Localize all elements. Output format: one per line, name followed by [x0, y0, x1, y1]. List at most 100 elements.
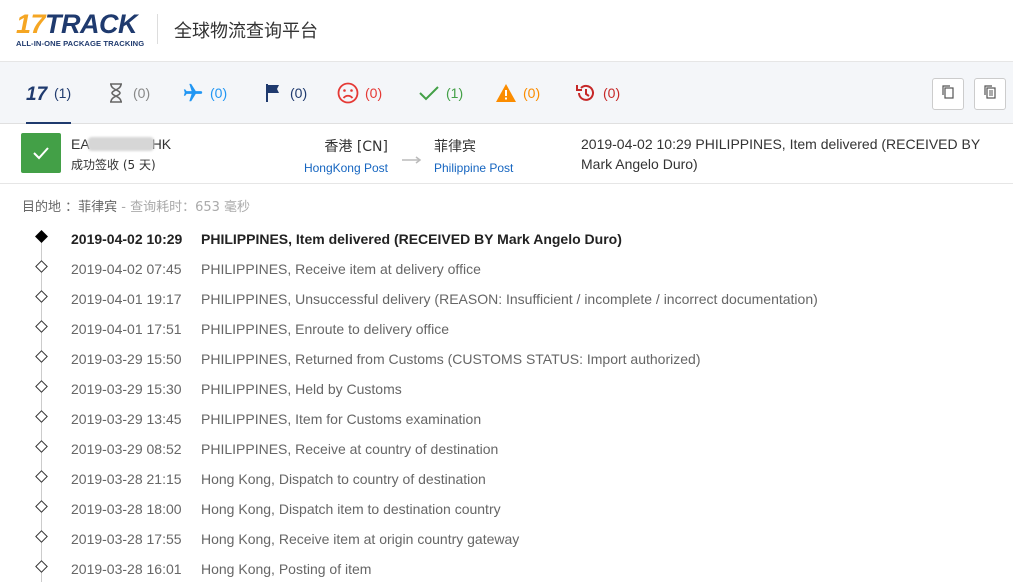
tab-pickup[interactable]: (0)	[262, 62, 307, 124]
package-summary[interactable]: EA HK 成功签收 (5 天) 香港 [CN] HongKong Post 菲律…	[0, 124, 1013, 184]
origin-carrier-link[interactable]: HongKong Post	[290, 161, 388, 175]
tab-alert-count: (0)	[523, 85, 541, 101]
redacted-tracking-digits	[87, 137, 154, 151]
event-description: Hong Kong, Dispatch to country of destin…	[201, 471, 486, 487]
timeline-event: 2019-04-02 07:45 PHILIPPINES, Receive it…	[0, 253, 1013, 283]
timeline-dot-icon	[35, 440, 48, 453]
tab-undelivered-count: (0)	[365, 85, 383, 101]
tab-alert[interactable]: (0)	[495, 62, 540, 124]
tracking-prefix: EA	[71, 136, 90, 152]
tracking-suffix: HK	[151, 136, 172, 152]
event-description: PHILIPPINES, Returned from Customs (CUST…	[201, 351, 701, 367]
17track-logo[interactable]: 17TRACK ALL-IN-ONE PACKAGE TRACKING	[16, 10, 146, 50]
event-description: PHILIPPINES, Enroute to delivery office	[201, 321, 449, 337]
tab-delivered-count: (1)	[446, 85, 464, 101]
timeline-event: 2019-04-01 17:51 PHILIPPINES, Enroute to…	[0, 313, 1013, 343]
logo-tagline: ALL-IN-ONE PACKAGE TRACKING	[16, 39, 145, 48]
destination-label: 目的地 ：菲律宾	[22, 200, 118, 215]
timeline-dot-icon	[35, 320, 48, 333]
timeline-dot-icon	[35, 350, 48, 363]
timeline-dot-icon	[35, 230, 48, 243]
event-description: Hong Kong, Posting of item	[201, 561, 372, 577]
timeline-event: 2019-03-29 15:30 PHILIPPINES, Held by Cu…	[0, 373, 1013, 403]
destination-info: 菲律宾 Philippine Post	[434, 136, 513, 175]
event-description: PHILIPPINES, Held by Customs	[201, 381, 402, 397]
event-time: 2019-03-28 21:15	[71, 471, 182, 487]
event-description: Hong Kong, Receive item at origin countr…	[201, 531, 520, 547]
tab-all[interactable]: 17 (1)	[26, 62, 72, 125]
logo-wordmark: 17TRACK	[16, 10, 146, 38]
copy-all-button[interactable]	[974, 78, 1006, 110]
timeline-dot-icon	[35, 260, 48, 273]
tracking-number[interactable]: EA HK	[71, 136, 171, 152]
timeline-dot-icon	[35, 500, 48, 513]
timeline-event: 2019-04-01 19:17 PHILIPPINES, Unsuccessf…	[0, 283, 1013, 313]
17track-icon: 17	[26, 82, 48, 104]
tab-undelivered[interactable]: (0)	[337, 62, 382, 124]
checkmark-icon	[418, 82, 440, 104]
timeline-event: 2019-03-28 21:15 Hong Kong, Dispatch to …	[0, 463, 1013, 493]
timeline-event: 2019-03-28 16:01 Hong Kong, Posting of i…	[0, 553, 1013, 582]
tab-pending-count: (0)	[133, 85, 151, 101]
svg-text:17: 17	[26, 84, 48, 102]
event-time: 2019-04-02 10:29	[71, 231, 183, 247]
delivery-status-text: 成功签收 (5 天)	[71, 158, 156, 172]
flag-icon	[262, 82, 284, 104]
timeline-event: 2019-03-29 15:50 PHILIPPINES, Returned f…	[0, 343, 1013, 373]
tab-in-transit[interactable]: (0)	[182, 62, 227, 124]
status-filter-tabs: 17 (1) (0) (0) (0) (0) (1) (0) (0)	[0, 62, 1013, 125]
route-arrow-icon	[401, 152, 423, 170]
timeline-dot-icon	[35, 380, 48, 393]
timeline-dot-icon	[35, 290, 48, 303]
latest-event: 2019-04-02 10:29 PHILIPPINES, Item deliv…	[581, 136, 980, 172]
event-time: 2019-03-29 15:30	[71, 381, 182, 397]
event-time: 2019-03-28 18:00	[71, 501, 182, 517]
tab-expired-count: (0)	[603, 85, 621, 101]
event-time: 2019-04-01 17:51	[71, 321, 182, 337]
page-title: 全球物流查询平台	[174, 21, 318, 42]
logo-number: 17	[16, 9, 46, 39]
tab-all-count: (1)	[54, 85, 72, 101]
origin-info: 香港 [CN] HongKong Post	[290, 136, 388, 175]
tab-delivered[interactable]: (1)	[418, 62, 463, 124]
timeline-dot-icon	[35, 530, 48, 543]
event-description: PHILIPPINES, Unsuccessful delivery (REAS…	[201, 291, 818, 307]
tab-pickup-count: (0)	[290, 85, 308, 101]
warning-icon	[495, 82, 517, 104]
copy-icon	[941, 84, 955, 105]
history-icon	[575, 82, 597, 104]
event-time: 2019-04-02 07:45	[71, 261, 182, 277]
timeline-event: 2019-03-29 08:52 PHILIPPINES, Receive at…	[0, 433, 1013, 463]
app-header: 17TRACK ALL-IN-ONE PACKAGE TRACKING 全球物流…	[0, 0, 1013, 62]
event-description: Hong Kong, Dispatch item to destination …	[201, 501, 501, 517]
query-time: - 查询耗时：653 毫秒	[117, 200, 251, 215]
event-time: 2019-03-29 08:52	[71, 441, 182, 457]
airplane-icon	[182, 82, 204, 104]
copy-list-icon	[983, 84, 997, 105]
timeline-dot-icon	[35, 410, 48, 423]
header-divider	[157, 14, 158, 44]
destination-query-info: 目的地 ：菲律宾 - 查询耗时：653 毫秒	[22, 196, 250, 215]
copy-button[interactable]	[932, 78, 964, 110]
event-description: PHILIPPINES, Receive item at delivery of…	[201, 261, 481, 277]
destination-carrier-link[interactable]: Philippine Post	[434, 161, 513, 175]
event-description: PHILIPPINES, Receive at country of desti…	[201, 441, 499, 457]
event-time: 2019-04-01 19:17	[71, 291, 182, 307]
destination-country: 菲律宾	[434, 139, 476, 155]
event-description: PHILIPPINES, Item delivered (RECEIVED BY…	[201, 231, 622, 247]
tab-pending[interactable]: (0)	[105, 62, 150, 124]
tab-expired[interactable]: (0)	[575, 62, 620, 124]
origin-country: 香港 [CN]	[324, 139, 388, 155]
event-time: 2019-03-28 16:01	[71, 561, 182, 577]
timeline-event: 2019-03-28 17:55 Hong Kong, Receive item…	[0, 523, 1013, 553]
tab-in-transit-count: (0)	[210, 85, 228, 101]
timeline-dot-icon	[35, 560, 48, 573]
check-icon	[33, 147, 49, 160]
timeline-event: 2019-04-02 10:29 PHILIPPINES, Item deliv…	[0, 223, 1013, 253]
hourglass-icon	[105, 82, 127, 104]
timeline-event: 2019-03-29 13:45 PHILIPPINES, Item for C…	[0, 403, 1013, 433]
sad-face-icon	[337, 82, 359, 104]
event-description: PHILIPPINES, Item for Customs examinatio…	[201, 411, 482, 427]
delivered-status-badge	[21, 133, 61, 173]
event-time: 2019-03-28 17:55	[71, 531, 182, 547]
